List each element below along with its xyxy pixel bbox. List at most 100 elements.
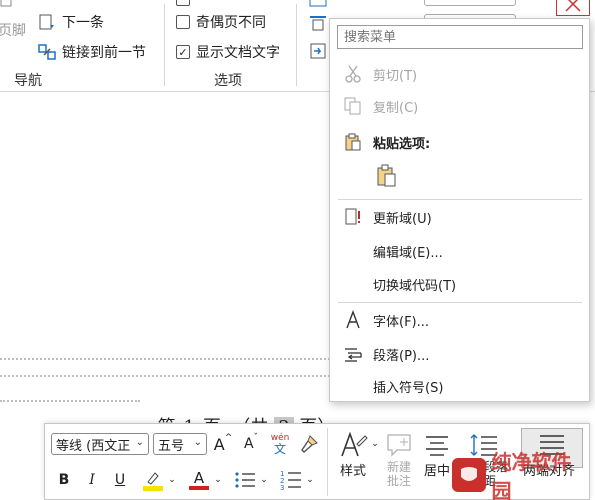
numbered-list-icon: 123 (280, 470, 301, 491)
shrink-font-button[interactable]: Aˇ (239, 432, 263, 456)
menu-item-paragraph[interactable]: 段落(P)... (330, 339, 589, 369)
font-name-select[interactable]: 等线 (西文正 ⌄ (51, 433, 149, 455)
close-header-footer-button[interactable] (556, 0, 590, 16)
menu-item-copy[interactable]: 复制(C) (330, 91, 589, 121)
footer-boundary (0, 375, 330, 377)
italic-button[interactable]: I (81, 468, 103, 492)
chevron-down-icon: ⌄ (214, 475, 222, 485)
numbering-dropdown[interactable]: ⌄ (305, 470, 315, 490)
header-position-icon[interactable] (309, 0, 327, 8)
header-top-spinner[interactable] (424, 0, 516, 6)
context-menu: 剪切(T) 复制(C) 粘贴选项: 更新域(U) 编辑域(E)... 切换域代码… (329, 18, 590, 402)
new-comment-label: 新建 (386, 460, 411, 474)
chevron-down-icon: ⌄ (135, 437, 144, 448)
menu-item-toggle-field-codes[interactable]: 切换域代码(T) (330, 269, 589, 299)
phonetic-guide-button[interactable]: wén 文 (267, 430, 293, 458)
nav-group-label: 导航 (14, 73, 42, 89)
menu-item-cut[interactable]: 剪切(T) (330, 59, 589, 89)
bullet-list-icon (235, 472, 255, 488)
bullets-dropdown[interactable]: ⌄ (259, 470, 269, 490)
copy-icon (343, 96, 363, 116)
format-painter-button[interactable] (297, 432, 321, 456)
menu-search-input[interactable] (337, 25, 583, 49)
menu-item-label: 切换域代码(T) (373, 278, 457, 294)
menu-item-label: 段落(P)... (373, 348, 430, 364)
highlight-dropdown[interactable]: ⌄ (167, 470, 177, 490)
font-color-button[interactable]: A (185, 466, 213, 494)
show-doc-text-label: 显示文档文字 (196, 45, 280, 61)
footer-button[interactable]: 页脚 (0, 20, 26, 40)
odd-even-option[interactable]: 奇偶页不同 (176, 12, 266, 32)
new-comment-label: 批注 (386, 474, 411, 488)
menu-item-label: 剪切(T) (373, 68, 418, 84)
caret-down-icon: ˇ (253, 433, 259, 443)
styles-button[interactable]: 样式 (331, 430, 375, 496)
menu-item-label: 更新域(U) (373, 211, 432, 227)
styles-icon (338, 430, 368, 460)
menu-item-edit-field[interactable]: 编辑域(E)... (330, 236, 589, 266)
align-center-icon (424, 430, 450, 460)
font-size-select[interactable]: 五号 ⌄ (153, 433, 207, 455)
paste-icon (377, 164, 396, 187)
footer-boundary (0, 400, 140, 402)
center-label: 居中 (423, 464, 450, 479)
menu-item-insert-symbol[interactable]: 插入符号(S) (330, 371, 589, 401)
font-color-dropdown[interactable]: ⌄ (213, 470, 223, 490)
menu-item-label: 粘贴选项: (373, 136, 431, 152)
font-size-value: 五号 (158, 438, 185, 454)
numbering-button[interactable]: 123 (277, 466, 305, 494)
shrink-font-icon: A (243, 436, 254, 452)
svg-text:3: 3 (280, 484, 284, 491)
bold-button[interactable]: B (53, 468, 75, 492)
chevron-down-icon: ⌄ (260, 475, 268, 485)
paragraph-icon (343, 344, 363, 364)
odd-even-label: 奇偶页不同 (196, 15, 266, 31)
footer-position-icon[interactable] (309, 14, 327, 32)
font-name-value: 等线 (西文正 (56, 438, 131, 454)
next-icon (38, 13, 56, 31)
menu-item-paste-options: 粘贴选项: (330, 127, 589, 157)
menu-separator (338, 302, 582, 303)
watermark-logo: 纯净软件园 (452, 450, 590, 500)
ribbon-separator (296, 4, 297, 86)
font-color-letter: A (193, 469, 205, 487)
watermark-badge-icon (452, 458, 486, 492)
menu-item-font[interactable]: 字体(F)... (330, 305, 589, 335)
footer-boundary (0, 358, 330, 360)
comment-icon (385, 430, 413, 460)
grow-font-icon: A (213, 434, 225, 454)
close-icon (565, 0, 581, 12)
bullets-button[interactable] (231, 466, 259, 494)
menu-item-label: 字体(F)... (373, 314, 430, 330)
paste-keep-text-button[interactable] (374, 163, 400, 189)
update-field-icon (343, 207, 363, 227)
link-previous-button[interactable]: 链接到前一节 (38, 42, 146, 62)
footer-label: 页脚 (0, 23, 26, 39)
format-painter-icon (301, 435, 318, 453)
styles-label: 样式 (339, 464, 366, 479)
highlight-button[interactable] (139, 466, 167, 494)
link-previous-label: 链接到前一节 (62, 45, 146, 61)
menu-item-label: 编辑域(E)... (373, 245, 443, 261)
phonetic-bottom: 文 (273, 442, 286, 456)
align-tab-icon[interactable] (309, 42, 327, 60)
odd-even-checkbox[interactable] (176, 15, 190, 29)
chevron-down-icon: ⌄ (168, 475, 176, 485)
show-doc-text-option[interactable]: ✓ 显示文档文字 (176, 42, 280, 62)
header-icon (0, 0, 12, 8)
first-page-checkbox[interactable] (176, 0, 190, 6)
menu-item-update-field[interactable]: 更新域(U) (330, 202, 589, 232)
underline-button[interactable]: U (109, 468, 131, 492)
first-page-option[interactable] (176, 0, 216, 6)
watermark-text: 纯净软件园 (491, 450, 572, 500)
next-item-label: 下一条 (62, 15, 104, 31)
show-doc-text-checkbox[interactable]: ✓ (176, 45, 190, 59)
grow-font-button[interactable]: A ^ (211, 432, 235, 456)
highlight-color-bar (143, 485, 163, 491)
menu-item-label: 复制(C) (373, 100, 419, 116)
font-color-bar (189, 486, 209, 490)
next-item-button[interactable]: 下一条 (38, 12, 104, 32)
link-icon (38, 43, 56, 61)
paste-icon (343, 132, 363, 152)
ribbon-separator (164, 4, 165, 86)
